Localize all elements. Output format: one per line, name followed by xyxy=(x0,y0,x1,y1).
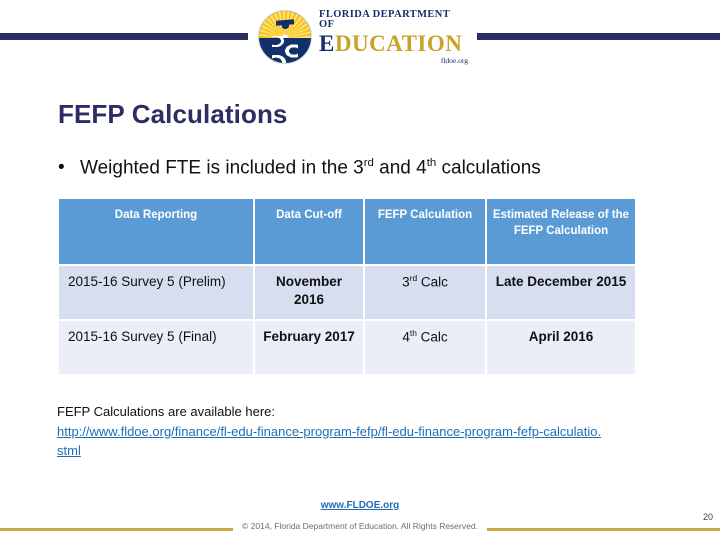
bullet-marker-icon: • xyxy=(58,157,65,179)
table-row: 2015-16 Survey 5 (Prelim) November 2016 … xyxy=(59,266,635,319)
logo-wordmark: FLORIDA DEPARTMENT OF EDUCATION fldoe.or… xyxy=(319,8,468,65)
cell-estimated-release: Late December 2015 xyxy=(487,266,635,319)
cell-data-reporting: 2015-16 Survey 5 (Final) xyxy=(59,321,253,374)
logo-education-e: E xyxy=(319,30,335,56)
header-rule-right xyxy=(477,33,720,40)
cell-data-cutoff: November 2016 xyxy=(255,266,363,319)
column-header-data-cutoff: Data Cut-off xyxy=(255,199,363,264)
bullet-middle: and 4 xyxy=(373,157,427,179)
slide-header: FLORIDA DEPARTMENT OF EDUCATION fldoe.or… xyxy=(0,0,720,72)
logo-line-education: EDUCATION xyxy=(319,32,468,55)
calc-word: Calc xyxy=(417,274,448,290)
cell-data-cutoff: February 2017 xyxy=(255,321,363,374)
cell-fefp-calculation: 4th Calc xyxy=(365,321,485,374)
bullet-text: Weighted FTE is included in the 3rd and … xyxy=(80,157,541,179)
calc-ordinal-suffix: rd xyxy=(409,273,418,283)
footer-site-link[interactable]: www.FLDOE.org xyxy=(321,500,400,511)
footer-site-link-wrap: www.FLDOE.org xyxy=(0,500,720,511)
resource-link-block: FEFP Calculations are available here: ht… xyxy=(57,402,657,461)
header-rule-left xyxy=(0,33,248,40)
calc-word: Calc xyxy=(416,329,448,345)
column-header-estimated-release: Estimated Release of the FEFP Calculatio… xyxy=(487,199,635,264)
bullet-prefix: Weighted FTE is included in the 3 xyxy=(80,157,364,179)
logo-line-site: fldoe.org xyxy=(440,55,468,65)
fefp-calculations-url-link[interactable]: http://www.fldoe.org/finance/fl-edu-fina… xyxy=(57,422,602,461)
slide-root: { "header": { "logo": { "line1": "FLORID… xyxy=(0,0,720,540)
footer-copyright: © 2014, Florida Department of Education.… xyxy=(233,521,487,531)
table-header-row: Data Reporting Data Cut-off FEFP Calcula… xyxy=(59,199,635,264)
bullet-item: • Weighted FTE is included in the 3rd an… xyxy=(58,157,658,179)
fldoe-seal-icon xyxy=(258,10,312,64)
column-header-data-reporting: Data Reporting xyxy=(59,199,253,264)
logo-education-rest: DUCATION xyxy=(334,30,463,56)
page-title: FEFP Calculations xyxy=(58,99,288,129)
column-header-fefp-calculation: FEFP Calculation xyxy=(365,199,485,264)
cell-estimated-release: April 2016 xyxy=(487,321,635,374)
page-number: 20 xyxy=(702,512,713,522)
winding-road-icon xyxy=(272,36,298,63)
footer-copyright-wrap: © 2014, Florida Department of Education.… xyxy=(0,521,720,531)
calc-number: 3 xyxy=(402,274,410,290)
resource-link-lead: FEFP Calculations are available here: xyxy=(57,404,275,419)
bullet-sup-rd: rd xyxy=(363,157,374,169)
bullet-sup-th: th xyxy=(426,157,437,169)
logo-line-department: FLORIDA DEPARTMENT OF xyxy=(319,8,450,31)
calc-ordinal-suffix: th xyxy=(409,328,417,338)
bullet-suffix: calculations xyxy=(436,157,541,179)
fldoe-logo: FLORIDA DEPARTMENT OF EDUCATION fldoe.or… xyxy=(258,6,468,68)
fefp-calculations-table: Data Reporting Data Cut-off FEFP Calcula… xyxy=(57,197,637,376)
calc-number: 4 xyxy=(402,329,410,345)
cell-fefp-calculation: 3rd Calc xyxy=(365,266,485,319)
table-row: 2015-16 Survey 5 (Final) February 2017 4… xyxy=(59,321,635,374)
cell-data-reporting: 2015-16 Survey 5 (Prelim) xyxy=(59,266,253,319)
